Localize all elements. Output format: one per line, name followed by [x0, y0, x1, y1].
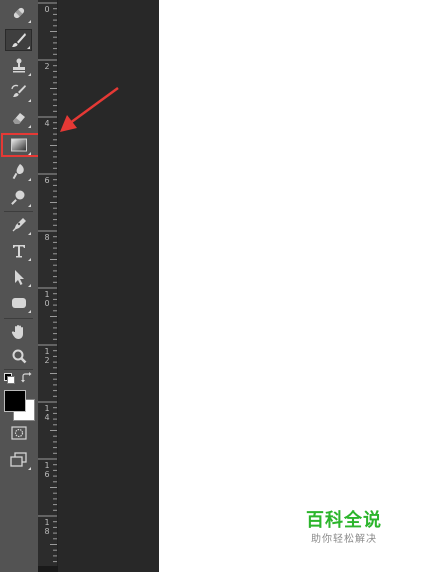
brush-tool[interactable] [5, 29, 32, 51]
pen-nib-icon [12, 218, 26, 232]
stamp-icon [12, 58, 25, 73]
document-canvas[interactable] [159, 0, 424, 572]
eraser-tool[interactable] [5, 107, 32, 129]
pen-tool[interactable] [5, 214, 32, 236]
path-selection-tool[interactable] [5, 266, 32, 288]
ruler-label: 16 [44, 461, 50, 479]
brush-icon [11, 33, 26, 47]
history-brush-tool[interactable] [5, 81, 32, 103]
dodge-icon [10, 190, 24, 205]
screen-mode-icon [9, 452, 27, 467]
dodge-tool[interactable] [5, 186, 32, 208]
watermark-title: 百科全说 [306, 510, 382, 531]
ruler-label: 0 [44, 5, 50, 14]
ruler-label: 18 [44, 518, 50, 536]
ruler-ticks [38, 2, 57, 568]
toolbar-separator [4, 369, 33, 370]
toolbar-separator [4, 211, 33, 212]
zoom-tool[interactable] [5, 346, 32, 368]
ruler-label: 14 [44, 404, 50, 422]
tools-panel [0, 0, 39, 572]
red-arrow-annotation [60, 86, 119, 132]
type-tool[interactable] [5, 240, 32, 262]
toolbar-separator [4, 318, 33, 319]
foreground-color-swatch[interactable] [4, 390, 26, 412]
blur-drop-icon [12, 164, 24, 180]
blur-tool[interactable] [5, 160, 32, 182]
swap-colors-icon[interactable] [21, 371, 33, 383]
screen-mode-button[interactable] [5, 449, 32, 471]
ruler-corner [38, 566, 58, 572]
ruler-label: 10 [44, 290, 50, 308]
ruler-label: 6 [44, 176, 50, 185]
eraser-icon [12, 113, 25, 124]
quick-mask-icon [10, 426, 27, 440]
history-brush-icon [10, 84, 26, 97]
hand-icon [11, 325, 23, 339]
bandage-icon [13, 7, 24, 19]
quick-mask-button[interactable] [5, 422, 32, 444]
ruler-label: 12 [44, 347, 50, 365]
watermark-subtitle: 助你轻松解决 [311, 534, 377, 545]
arrow-pointer-icon [14, 270, 24, 285]
spot-healing-brush-tool[interactable] [5, 2, 32, 24]
type-t-icon [12, 245, 25, 258]
ruler-label: 2 [44, 62, 50, 71]
ruler-label: 4 [44, 119, 50, 128]
ruler-label: 8 [44, 233, 50, 242]
magnifier-icon [12, 349, 26, 364]
rectangle-tool[interactable] [5, 292, 32, 314]
rounded-rectangle-icon [11, 298, 26, 308]
clone-stamp-tool[interactable] [5, 55, 32, 77]
hand-tool[interactable] [5, 321, 32, 343]
default-colors-icon[interactable] [4, 373, 15, 384]
vertical-ruler: 0 2 4 6 8 10 12 14 16 18 [38, 0, 58, 572]
pasteboard-area [58, 0, 159, 572]
